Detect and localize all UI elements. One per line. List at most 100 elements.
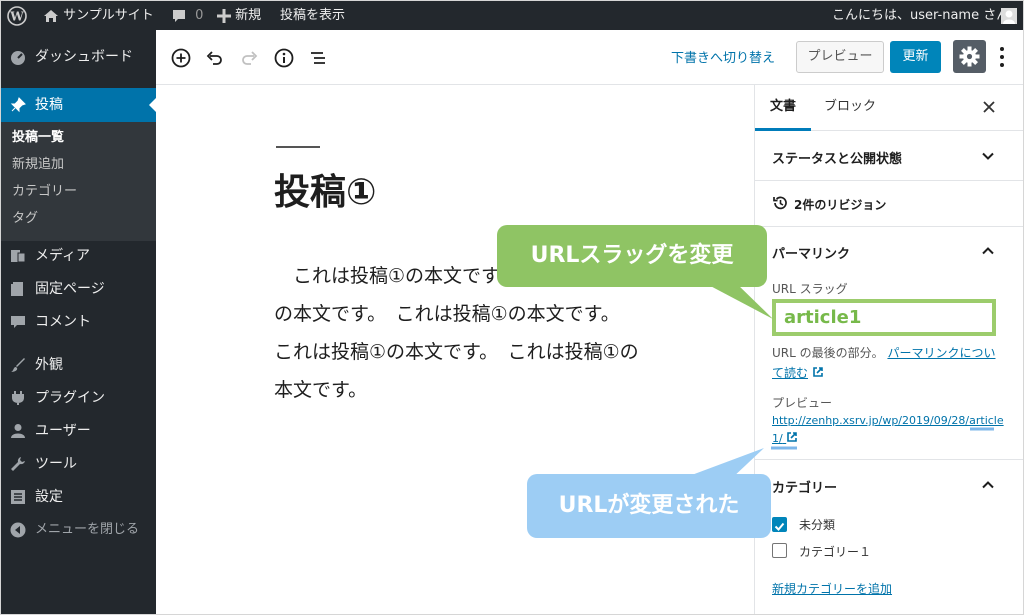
settings-sidebar: 文書 ブロック ステータスと公開状態 2件のリビジョン パーマリンク URL ス… <box>754 85 1023 614</box>
menu-comments-label: コメント <box>35 314 91 330</box>
category-checkbox-uncategorized[interactable] <box>772 517 787 532</box>
collapse-arrow-icon <box>10 522 26 538</box>
menu-posts-label: 投稿 <box>35 97 63 113</box>
switch-to-draft-button[interactable]: 下書きへ切り替え <box>671 47 775 66</box>
user-icon <box>11 424 25 438</box>
menu-comments[interactable]: コメント <box>1 308 156 336</box>
menu-settings[interactable]: 設定 <box>1 483 156 511</box>
revisions-section[interactable]: 2件のリビジョン <box>755 181 1023 227</box>
plus-icon <box>217 8 231 23</box>
add-block-icon[interactable] <box>170 47 192 69</box>
comments-icon <box>11 316 25 328</box>
menu-appearance[interactable]: 外観 <box>1 351 156 379</box>
menu-plugins[interactable]: プラグイン <box>1 384 156 412</box>
status-visibility-section[interactable]: ステータスと公開状態 <box>755 131 1023 181</box>
avatar[interactable] <box>1001 1 1017 30</box>
pin-icon <box>10 97 26 113</box>
posts-submenu: 投稿一覧 新規追加 カテゴリー タグ <box>1 122 156 241</box>
comment-count: 0 <box>195 8 204 23</box>
post-title[interactable]: 投稿① <box>274 163 376 215</box>
menu-collapse-label: メニューを閉じる <box>35 522 140 537</box>
account-greeting[interactable]: こんにちは、user-name さん <box>832 1 1009 30</box>
tab-document[interactable]: 文書 <box>755 85 811 131</box>
revisions-label: 2件のリビジョン <box>794 198 887 212</box>
settings-toggle-button[interactable] <box>953 40 986 73</box>
undo-icon[interactable] <box>204 47 226 69</box>
wordpress-logo-icon[interactable]: W <box>7 1 27 30</box>
settings-icon <box>11 490 25 504</box>
category-label-category1: カテゴリー１ <box>799 545 872 559</box>
home-icon <box>43 8 59 23</box>
callout-slug-changed: URLスラッグを変更 <box>497 225 767 287</box>
menu-users-label: ユーザー <box>35 423 91 439</box>
info-icon[interactable] <box>273 47 295 69</box>
title-divider <box>276 146 320 148</box>
add-new-category-link[interactable]: 新規カテゴリーを追加 <box>772 580 892 597</box>
menu-appearance-label: 外観 <box>35 357 63 373</box>
view-post-link[interactable]: 投稿を表示 <box>280 1 345 30</box>
menu-media-label: メディア <box>35 248 91 264</box>
slug-help-text: URL の最後の部分。 パーマリンクについて読む <box>772 343 1002 383</box>
plug-icon <box>12 391 24 405</box>
category-checkbox-category1[interactable] <box>772 543 787 558</box>
permalink-title[interactable]: パーマリンク <box>772 243 850 262</box>
menu-users[interactable]: ユーザー <box>1 417 156 445</box>
submenu-add-new[interactable]: 新規追加 <box>12 153 64 177</box>
preview-url-label: プレビュー <box>772 396 833 410</box>
external-link-icon <box>787 432 798 442</box>
preview-url-link[interactable]: http://zenhp.xsrv.jp/wp/2019/09/28/artic… <box>772 412 1004 448</box>
paintbrush-icon <box>11 358 25 372</box>
preview-url-text: http://zenhp.xsrv.jp/wp/2019/09/28/artic… <box>772 414 1004 445</box>
menu-collapse[interactable]: メニューを閉じる <box>1 516 156 544</box>
menu-pages[interactable]: 固定ページ <box>1 275 156 303</box>
block-navigation-icon[interactable] <box>307 47 329 69</box>
menu-media[interactable]: メディア <box>1 242 156 270</box>
menu-plugins-label: プラグイン <box>35 390 105 406</box>
url-slug-label: URL スラッグ <box>772 282 848 296</box>
menu-settings-label: 設定 <box>35 489 63 505</box>
submenu-all-posts[interactable]: 投稿一覧 <box>12 126 64 150</box>
category-label-uncategorized: 未分類 <box>799 518 836 532</box>
menu-dashboard[interactable]: ダッシュボード <box>1 43 156 71</box>
menu-tools-label: ツール <box>35 456 77 472</box>
comments-link[interactable]: 0 <box>171 1 203 30</box>
submenu-categories[interactable]: カテゴリー <box>12 180 77 204</box>
url-slug-input[interactable]: article1 <box>772 299 996 336</box>
chevron-up-icon[interactable] <box>981 244 995 258</box>
preview-button[interactable]: プレビュー <box>796 41 884 73</box>
callout-url-changed: URLが変更された <box>527 474 771 538</box>
wrench-icon <box>11 457 25 471</box>
menu-posts[interactable]: 投稿 <box>1 88 156 122</box>
wordpress-editor-screen: W サンプルサイト 0 新規 投稿を表示 こんにちは、user-name さん … <box>0 0 1024 615</box>
checkmark-icon <box>774 522 785 531</box>
admin-bar: W サンプルサイト 0 新規 投稿を表示 こんにちは、user-name さん <box>1 1 1023 30</box>
redo-icon[interactable] <box>238 47 260 69</box>
slug-help-prefix: URL の最後の部分。 <box>772 346 884 360</box>
update-button[interactable]: 更新 <box>890 41 941 73</box>
gear-icon <box>959 46 980 67</box>
new-content-link[interactable]: 新規 <box>217 1 261 30</box>
tab-block[interactable]: ブロック <box>824 85 876 131</box>
new-label: 新規 <box>235 8 262 23</box>
history-icon <box>773 196 787 210</box>
settings-tabs: 文書 ブロック <box>755 85 1023 131</box>
categories-title[interactable]: カテゴリー <box>772 477 837 496</box>
external-link-icon <box>813 367 823 377</box>
more-options-icon[interactable] <box>996 44 1008 70</box>
chevron-up-icon[interactable] <box>981 478 995 492</box>
site-name: サンプルサイト <box>63 8 154 23</box>
status-visibility-title: ステータスと公開状態 <box>772 152 903 167</box>
menu-tools[interactable]: ツール <box>1 450 156 478</box>
media-icon <box>11 250 26 263</box>
close-icon[interactable] <box>979 97 999 117</box>
submenu-tags[interactable]: タグ <box>12 207 38 231</box>
pages-icon <box>11 282 23 296</box>
site-home-link[interactable]: サンプルサイト <box>43 1 154 30</box>
menu-dashboard-label: ダッシュボード <box>35 49 133 65</box>
comment-icon <box>171 8 187 23</box>
chevron-down-icon <box>982 152 994 160</box>
admin-sidebar: ダッシュボード 投稿 投稿一覧 新規追加 カテゴリー タグ メディア 固定ページ… <box>1 30 156 614</box>
editor-toolbar: 下書きへ切り替え プレビュー 更新 <box>156 30 1023 85</box>
svg-text:W: W <box>9 9 24 23</box>
dashboard-icon <box>11 51 25 65</box>
